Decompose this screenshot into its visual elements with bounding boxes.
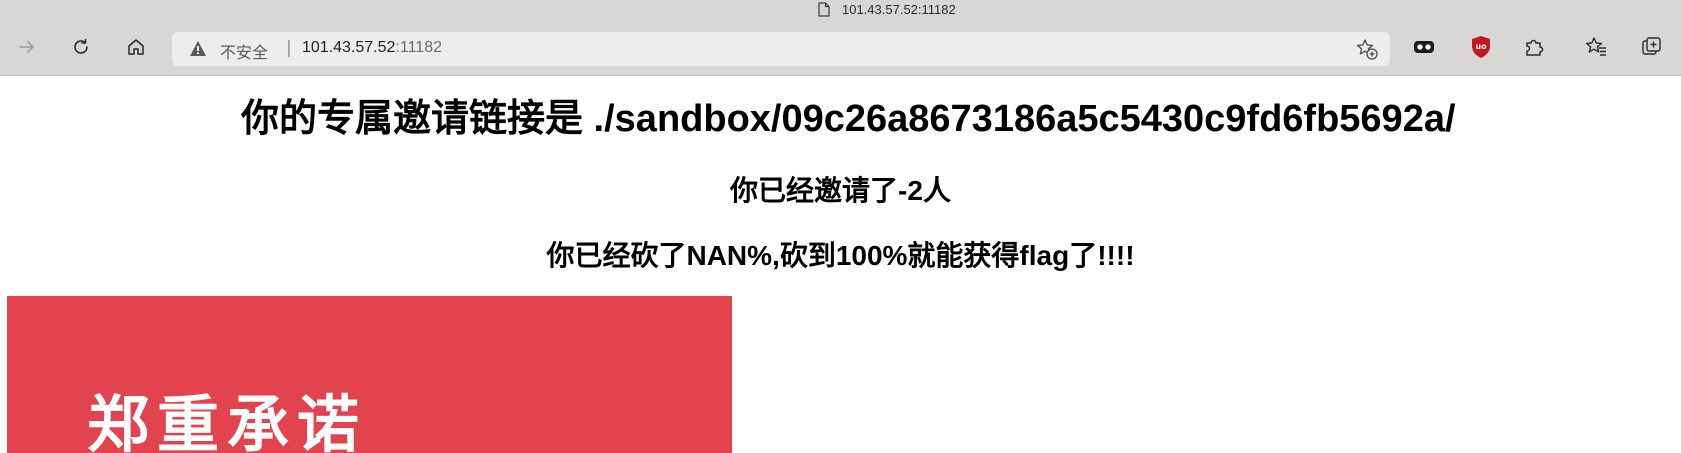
favorites-button[interactable] <box>1580 31 1612 63</box>
ublock-icon: uo <box>1472 36 1490 58</box>
tab-actions-button[interactable] <box>1636 31 1668 63</box>
collections-extension-button[interactable] <box>1408 31 1440 63</box>
reload-button[interactable] <box>65 31 97 63</box>
tab-actions-icon <box>1642 37 1661 55</box>
home-button[interactable] <box>120 31 152 63</box>
home-icon <box>128 39 144 55</box>
warning-icon[interactable] <box>189 40 207 57</box>
window-titlebar: 101.43.57.52:11182 <box>0 0 1681 20</box>
invite-link-heading: 你的专属邀请链接是 ./sandbox/09c26a8673186a5c5430… <box>241 98 1456 140</box>
forward-button[interactable] <box>11 31 43 63</box>
url-text[interactable]: 101.43.57.52:11182 <box>302 39 442 57</box>
address-bar[interactable]: 不安全 | 101.43.57.52:11182 <box>172 32 1390 66</box>
extensions-icon <box>1526 39 1544 56</box>
url-port: :11182 <box>395 39 442 56</box>
window-title-text: 101.43.57.52:11182 <box>842 1 956 17</box>
extensions-button[interactable] <box>1518 31 1550 63</box>
invited-count-heading: 你已经邀请了-2人 <box>730 175 951 206</box>
progress-heading: 你已经砍了NAN%,砍到100%就能获得flag了!!!! <box>546 240 1135 271</box>
collections-icon <box>1414 41 1434 53</box>
browser-toolbar: 不安全 | 101.43.57.52:11182 uo <box>0 20 1681 76</box>
favorites-icon <box>1585 37 1606 56</box>
reload-icon <box>74 38 88 54</box>
banner-text: 郑重承诺 <box>87 388 368 453</box>
svg-text:uo: uo <box>1475 42 1487 51</box>
window-title: 101.43.57.52:11182 <box>818 0 956 18</box>
page-content: 你的专属邀请链接是 ./sandbox/09c26a8673186a5c5430… <box>0 76 1681 453</box>
document-icon <box>818 1 830 17</box>
add-favorite-icon[interactable] <box>1356 38 1378 60</box>
security-label[interactable]: 不安全 <box>220 39 268 63</box>
ublock-extension-button[interactable]: uo <box>1465 31 1497 63</box>
url-host: 101.43.57.52 <box>302 39 396 56</box>
promise-banner-image: 郑重承诺 <box>7 296 732 453</box>
address-separator: | <box>286 38 292 58</box>
forward-icon <box>19 41 34 53</box>
